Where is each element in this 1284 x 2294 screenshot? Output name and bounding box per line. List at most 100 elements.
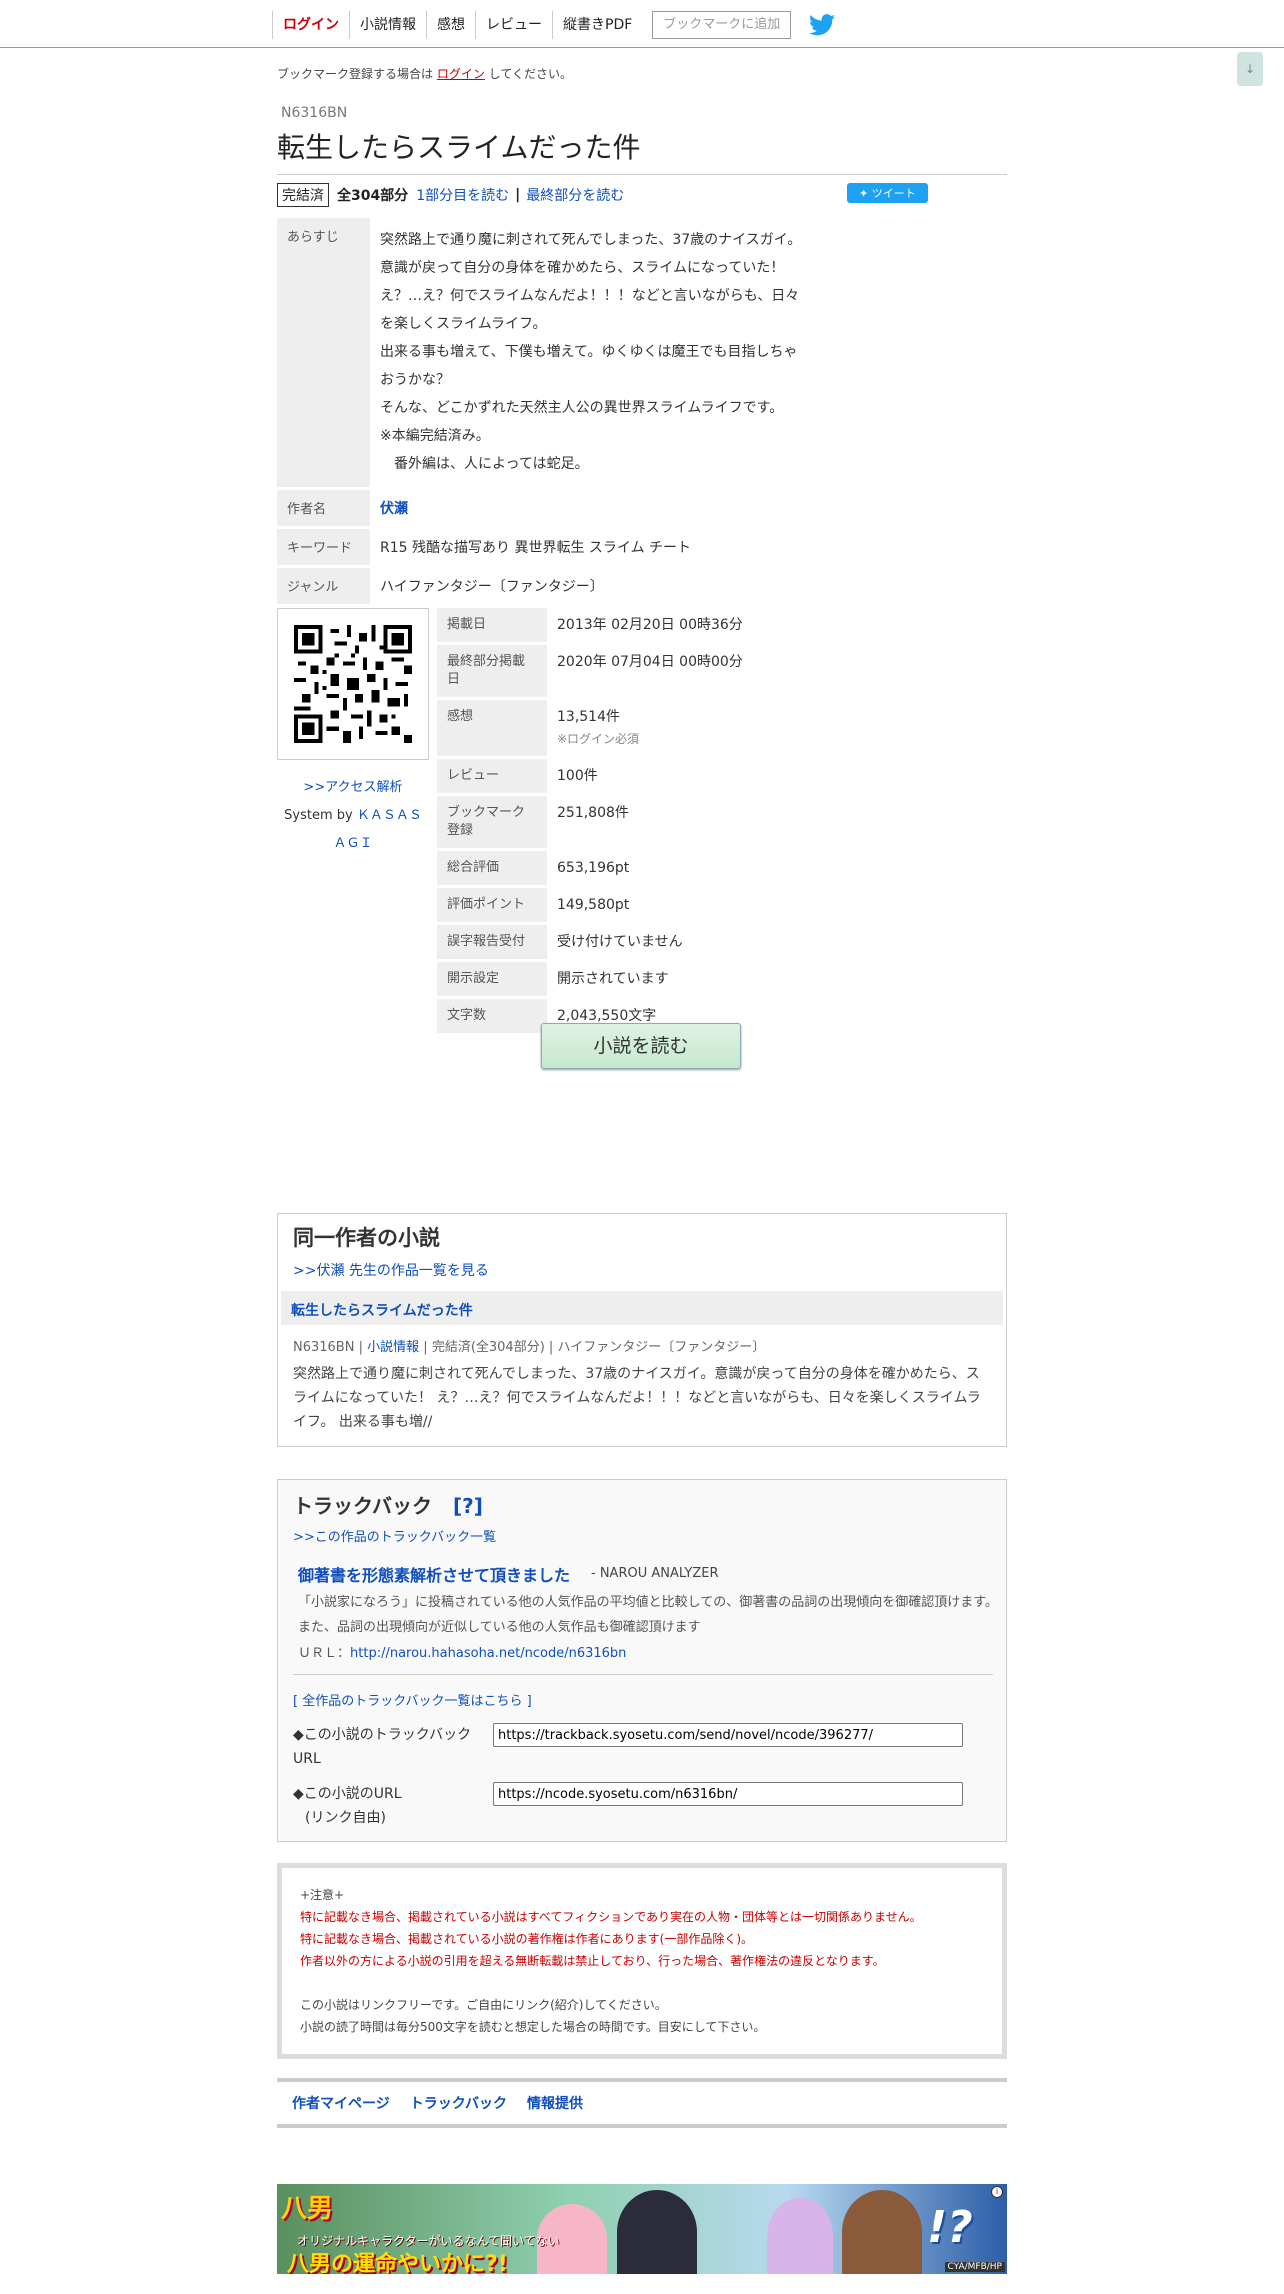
separator: | [515, 187, 521, 203]
synopsis-line: え？…え？何でスライムなんだよ！！！などと言いながらも、日々 [380, 288, 800, 304]
qr-code-icon [294, 625, 412, 743]
stats-value: 2013年 02月20日 00時36分 [547, 608, 1007, 645]
help-bracket-close: ] [473, 1494, 483, 1518]
stats-label: 総合評価 [437, 849, 547, 888]
banner-title: 八男 [281, 2194, 334, 2224]
login-note-prefix: ブックマーク登録する場合は [277, 67, 434, 81]
same-author-item-desc: 突然路上で通り魔に刺されて死んでしまった、37歳のナイスガイ。意識が戻って自分の… [293, 1366, 981, 1430]
synopsis: 突然路上で通り魔に刺されて死んでしまった、37歳のナイスガイ。 意識が戻って自分… [370, 218, 1007, 490]
character-image [842, 2190, 922, 2274]
character-image [617, 2190, 697, 2274]
keywords: R15 残酷な描写あり 異世界転生 スライム チート [370, 527, 1007, 568]
twitter-bird-icon[interactable] [809, 14, 836, 36]
stats-row: 感想 13,514件 ※ログイン必須 [437, 698, 1007, 759]
same-author-item-titlebar: 転生したらスライムだった件 [281, 1291, 1003, 1325]
stats-value: 100件 [547, 757, 1007, 796]
novel-url-label: ◆この小説のURL (リンク自由) [293, 1782, 493, 1830]
keyword-label: キーワード [277, 527, 370, 568]
stats-row: 最終部分掲載日 2020年 07月04日 00時00分 [437, 643, 1007, 700]
meta-separator: | [358, 1340, 363, 1355]
keyword-row: キーワード R15 残酷な描写あり 異世界転生 スライム チート [277, 527, 1007, 568]
stats-label: ブックマーク登録 [437, 794, 547, 851]
meta-novel-info-link[interactable]: 小説情報 [367, 1340, 419, 1355]
trackback-url-label-line1: ◆この小説のトラックバック [293, 1727, 472, 1743]
nav-reviews[interactable]: レビュー [475, 11, 552, 39]
trackback-help[interactable]: [?] [453, 1494, 483, 1518]
qr-code-box [277, 608, 429, 760]
meta-status: 完結済(全304部分) [431, 1340, 545, 1355]
trackback-entry-title[interactable]: 御著書を形態素解析させて頂きました [298, 1562, 570, 1586]
login-note-link[interactable]: ログイン [437, 67, 485, 81]
footer-trackback-link[interactable]: トラックバック [410, 2093, 507, 2113]
stats-row: 誤字報告受付 受け付けていません [437, 923, 1007, 962]
same-author-box: 同一作者の小説 >>伏瀬 先生の作品一覧を見る 転生したらスライムだった件 N6… [277, 1213, 1007, 1447]
stats-table: 掲載日 2013年 02月20日 00時36分 最終部分掲載日 2020年 07月0… [437, 608, 1007, 1036]
login-note: ブックマーク登録する場合は ログイン してください。 [277, 65, 572, 82]
footer-info-link[interactable]: 情報提供 [527, 2093, 583, 2113]
system-by: System by ＫＡＳＡＳ ＡＧＩ [277, 802, 429, 858]
trackback-entry-url-link[interactable]: http://narou.hahasoha.net/ncode/n6316bn [350, 1646, 626, 1661]
novel-title: 転生したらスライムだった件 [277, 126, 1007, 175]
trackback-heading-text: トラックバック [293, 1494, 432, 1518]
login-required-note: ※ログイン必須 [557, 732, 640, 746]
trackback-heading: トラックバック [?] [293, 1490, 483, 1519]
trackback-list-link[interactable]: >>この作品のトラックバック一覧 [293, 1526, 496, 1545]
read-first-part-link[interactable]: 1部分目を読む [416, 185, 509, 205]
tweet-label: ツイート [871, 187, 916, 200]
login-note-suffix: してください。 [488, 67, 572, 81]
top-nav: ログイン 小説情報 感想 レビュー 縦書きPDF ブックマークに追加 [0, 0, 1284, 48]
ad-banner[interactable]: 八男 オリジナルキャラクターがいるなんて聞いてない 八男の運命やいかに?! !?… [277, 2184, 1007, 2274]
twitter-small-icon: ✦ [859, 187, 872, 200]
stats-label: 評価ポイント [437, 886, 547, 925]
novel-url-field[interactable] [493, 1782, 963, 1806]
trackback-url-label-line2: URL [293, 1751, 321, 1767]
url-label: ＵＲＬ： [298, 1646, 351, 1661]
stats-row: 掲載日 2013年 02月20日 00時36分 [437, 608, 1007, 645]
kasasagi-link-2[interactable]: ＡＧＩ [333, 836, 372, 851]
meta-ncode: N6316BN [293, 1340, 355, 1355]
help-bracket-open: [ [452, 1494, 463, 1518]
stats-value: 受け付けていません [547, 923, 1007, 962]
nav-novel-info[interactable]: 小説情報 [349, 11, 426, 39]
footer-nav: 作者マイページ トラックバック 情報提供 [277, 2078, 1007, 2128]
stats-row: 評価ポイント 149,580pt [437, 886, 1007, 925]
stats-value: 251,808件 [547, 794, 1007, 851]
meta-genre: ハイファンタジー〔ファンタジー〕 [557, 1340, 766, 1355]
stats-value: 開示されています [547, 960, 1007, 999]
read-novel-button[interactable]: 小説を読む [541, 1023, 741, 1069]
nav-impressions[interactable]: 感想 [426, 11, 475, 39]
add-bookmark-button[interactable]: ブックマークに追加 [652, 11, 792, 39]
stats-row: ブックマーク登録 251,808件 [437, 794, 1007, 851]
author-works-link[interactable]: >>伏瀬 先生の作品一覧を見る [293, 1260, 489, 1280]
same-author-item-title[interactable]: 転生したらスライムだった件 [291, 1300, 473, 1320]
parts-count: 全304部分 [337, 188, 409, 204]
notice-line: 特に記載なき場合、掲載されている小説の著作権は作者にあります(一部作品除く)。 [300, 1932, 754, 1946]
notice-head: +注意+ [300, 1888, 345, 1902]
notice-line: 作者以外の方による小説の引用を超える無断転載は禁止しており、行った場合、著作権法… [300, 1954, 885, 1968]
trackback-url-field[interactable] [493, 1723, 963, 1747]
meta-separator: | [423, 1340, 428, 1355]
tweet-button[interactable]: ✦ ツイート [847, 183, 928, 203]
notice-line: 小説の読了時間は毎分500文字を読むと想定した場合の時間です。目安にして下さい。 [300, 2020, 766, 2034]
trackback-box: トラックバック [?] >>この作品のトラックバック一覧 御著書を形態素解析させ… [277, 1479, 1007, 1842]
synopsis-line: 番外編は、人によっては蛇足。 [380, 456, 589, 472]
kasasagi-link[interactable]: ＫＡＳＡＳ [357, 808, 422, 823]
footer-author-mypage-link[interactable]: 作者マイページ [292, 2093, 390, 2113]
stats-row: 開示設定 開示されています [437, 960, 1007, 999]
author-label: 作者名 [277, 488, 370, 529]
read-last-part-link[interactable]: 最終部分を読む [526, 185, 624, 205]
trackback-entry-desc: 「小説家になろう」に投稿されている他の人気作品の平均値と比較しての、御著書の品詞… [298, 1595, 998, 1635]
stats-value: 13,514件 [557, 709, 620, 725]
stats-label: 最終部分掲載日 [437, 643, 547, 700]
access-analysis-link[interactable]: >>アクセス解析 [277, 776, 429, 795]
all-trackbacks-link[interactable]: [ 全作品のトラックバック一覧はこちら ] [293, 1690, 532, 1709]
scroll-down-button[interactable]: ↓ [1237, 52, 1263, 86]
ad-info-icon[interactable]: i [991, 2186, 1003, 2198]
notice-line: この小説はリンクフリーです。ご自由にリンク(紹介)してください。 [300, 1998, 667, 2012]
synopsis-line: 突然路上で通り魔に刺されて死んでしまった、37歳のナイスガイ。 [380, 232, 802, 248]
author-link[interactable]: 伏瀬 [380, 501, 408, 517]
status-badge: 完結済 [277, 183, 329, 207]
nav-vertical-pdf[interactable]: 縦書きPDF [552, 11, 642, 39]
nav-login[interactable]: ログイン [272, 11, 349, 39]
stats-label: 誤字報告受付 [437, 923, 547, 962]
